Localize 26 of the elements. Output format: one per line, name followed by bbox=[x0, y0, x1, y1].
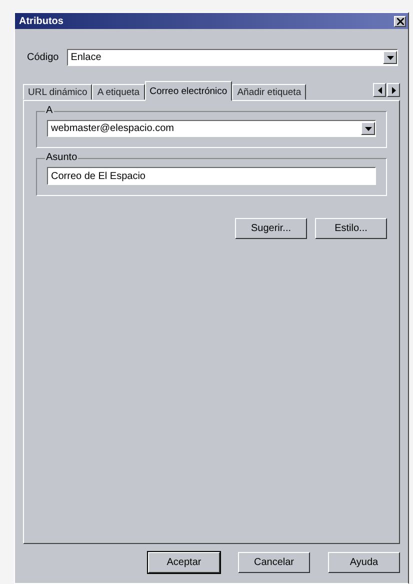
close-icon bbox=[396, 18, 404, 24]
code-label: Código bbox=[27, 52, 59, 63]
dialog-button[interactable]: Ayuda bbox=[328, 552, 400, 573]
caret-icon bbox=[386, 56, 394, 60]
group-label: Asunto bbox=[45, 152, 78, 163]
tab[interactable]: URL dinámico bbox=[23, 84, 92, 100]
subject-field[interactable]: Correo de El Espacio bbox=[47, 167, 376, 185]
dropdown-button[interactable] bbox=[383, 51, 397, 64]
code-dropdown[interactable]: Enlace bbox=[66, 49, 398, 66]
scroll-right-button[interactable] bbox=[387, 83, 400, 97]
panel-button[interactable]: Sugerir... bbox=[235, 218, 307, 239]
left-arrow-icon bbox=[378, 86, 382, 94]
dropdown-button[interactable] bbox=[361, 122, 375, 135]
panel-button[interactable]: Estilo... bbox=[315, 218, 387, 239]
caret-icon bbox=[364, 126, 372, 130]
dialog-button[interactable]: Cancelar bbox=[238, 552, 310, 573]
tab[interactable]: Añadir etiqueta bbox=[232, 84, 306, 100]
recipient-dropdown[interactable]: webmaster@elespacio.com bbox=[47, 120, 376, 137]
close-button[interactable] bbox=[394, 16, 406, 26]
dialog-button[interactable]: Aceptar bbox=[148, 552, 220, 573]
group-label: A bbox=[45, 105, 54, 116]
tab[interactable]: Correo electrónico bbox=[144, 81, 232, 101]
right-arrow-icon bbox=[392, 86, 396, 94]
window-title: Atributos bbox=[19, 16, 64, 26]
tab[interactable]: A etiqueta bbox=[92, 84, 145, 100]
scroll-left-button[interactable] bbox=[373, 83, 386, 97]
